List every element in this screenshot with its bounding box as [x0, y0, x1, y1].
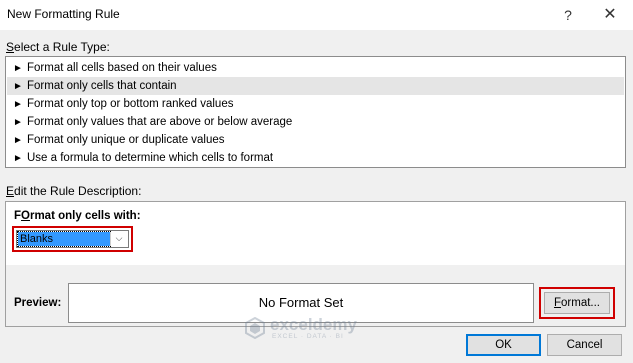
rule-description-label-text: dit the Rule Description: [14, 184, 142, 198]
arrow-icon: ► [13, 81, 23, 92]
watermark-tagline: EXCEL · DATA · BI [272, 333, 344, 340]
arrow-icon: ► [13, 135, 23, 146]
format-button-text: ormat... [561, 297, 600, 309]
rule-item-top-bottom[interactable]: ► Format only top or bottom ranked values [7, 95, 624, 113]
help-button[interactable]: ? [548, 0, 588, 30]
rule-item-label: Format all cells based on their values [27, 62, 217, 74]
ok-button[interactable]: OK [466, 334, 541, 356]
watermark-name: exceldemy [270, 315, 357, 334]
rule-item-label: Format only cells that contain [27, 80, 177, 92]
format-only-label-accel: O [21, 210, 30, 222]
condition-dropdown[interactable]: Blanks ⌵ [16, 230, 129, 248]
arrow-icon: ► [13, 99, 23, 110]
arrow-icon: ► [13, 117, 23, 128]
format-button-accel: F [553, 297, 562, 309]
condition-value: Blanks [17, 231, 111, 247]
rule-item-label: Format only values that are above or bel… [27, 116, 293, 128]
rule-item-label: Format only unique or duplicate values [27, 134, 225, 146]
rule-type-list[interactable]: ► Format all cells based on their values … [5, 56, 626, 168]
dropdown-highlight: Blanks ⌵ [12, 226, 133, 252]
rule-item-all-cells[interactable]: ► Format all cells based on their values [7, 59, 624, 77]
window-title: New Formatting Rule [7, 7, 120, 21]
close-button[interactable]: ✕ [590, 0, 630, 30]
rule-type-label: Select a Rule Type: [6, 40, 110, 54]
format-only-cells-label: FOrmat only cells with: [14, 210, 141, 222]
exceldemy-watermark: exceldemy EXCEL · DATA · BI [244, 315, 384, 345]
arrow-icon: ► [13, 63, 23, 74]
rule-item-formula[interactable]: ► Use a formula to determine which cells … [7, 149, 624, 167]
cancel-button[interactable]: Cancel [547, 334, 622, 356]
format-only-label-rest: rmat only cells with: [29, 210, 141, 222]
format-button-highlight: Format... [539, 287, 615, 319]
rule-item-cells-that-contain[interactable]: ► Format only cells that contain [7, 77, 624, 95]
rule-item-label: Format only top or bottom ranked values [27, 98, 234, 110]
exceldemy-logo-icon [245, 317, 265, 339]
preview-label: Preview: [14, 297, 62, 309]
rule-item-above-below-average[interactable]: ► Format only values that are above or be… [7, 113, 624, 131]
format-only-label-start: F [14, 210, 22, 222]
rule-description-panel: FOrmat only cells with: Blanks ⌵ Preview… [5, 201, 626, 327]
rule-description-label-accel: E [6, 184, 15, 198]
title-bar: New Formatting Rule ? ✕ [0, 0, 633, 30]
rule-description-label: Edit the Rule Description: [6, 184, 141, 198]
rule-item-unique-duplicate[interactable]: ► Format only unique or duplicate values [7, 131, 624, 149]
condition-area: FOrmat only cells with: Blanks ⌵ [6, 202, 625, 265]
rule-type-label-text: elect a Rule Type: [14, 40, 110, 54]
arrow-icon: ► [13, 153, 23, 164]
rule-item-label: Use a formula to determine which cells t… [27, 152, 274, 164]
format-button[interactable]: Format... [544, 292, 610, 314]
rule-type-label-accel: S [6, 40, 15, 54]
chevron-down-icon[interactable]: ⌵ [110, 232, 127, 246]
